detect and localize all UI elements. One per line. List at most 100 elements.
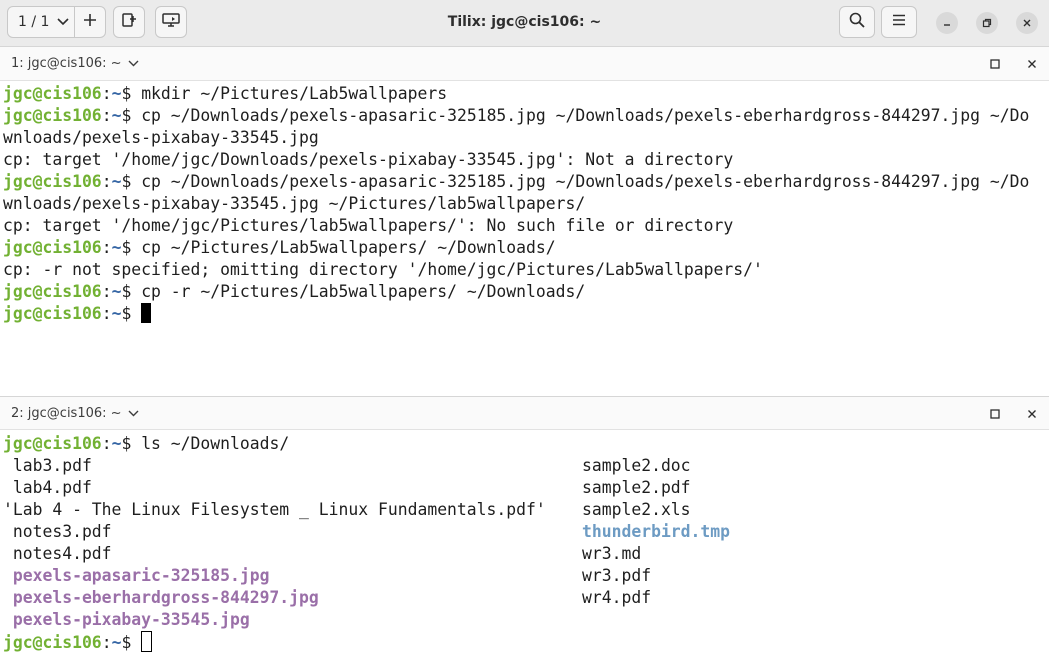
prompt-line: jgc@cis106:~$ cp ~/Pictures/Lab5wallpape… [3,237,1049,259]
file-entry: wr4.pdf [582,588,652,607]
prompt-colon: : [101,84,112,103]
prompt-line: jgc@cis106:~$ ls ~/Downloads/ [3,433,1049,455]
prompt-path: ~ [111,304,122,323]
new-session-button[interactable] [113,6,145,38]
command-text: cp ~/Downloads/pexels-apasaric-325185.jp… [141,106,1030,125]
file-entry: 'Lab 4 - The Linux Filesystem _ Linux Fu… [3,500,546,519]
close-terminal-1-button[interactable] [1027,58,1037,73]
prompt-path: ~ [111,282,122,301]
file-entry: lab4.pdf [3,478,92,497]
output-line: cp: target '/home/jgc/Pictures/lab5wallp… [3,216,734,235]
chevron-down-icon [128,56,139,71]
plus-icon [83,13,97,31]
prompt-symbol: $ [121,304,142,323]
terminal-cursor [141,303,152,323]
file-entry: wr3.pdf [582,566,652,585]
sync-input-button[interactable] [155,6,187,38]
prompt-user: jgc@cis106 [3,84,102,103]
close-icon [1022,18,1032,28]
command-text: ls ~/Downloads/ [141,434,290,453]
prompt-path: ~ [111,172,122,191]
maximize-icon [990,59,1000,69]
new-session-icon [121,12,137,32]
hamburger-icon [892,14,906,30]
restore-icon [982,18,992,28]
listing-row: pexels-apasaric-325185.jpg wr3.pdf [3,565,1049,587]
listing-row: lab4.pdf sample2.pdf [3,477,1049,499]
close-window-button[interactable] [1016,12,1038,34]
prompt-symbol: $ [121,282,142,301]
find-button[interactable] [839,6,875,38]
prompt-symbol: $ [121,172,142,191]
prompt-path: ~ [111,633,122,652]
terminal-2-title-menu[interactable]: 2: jgc@cis106: ~ [11,406,139,421]
terminal-1-output[interactable]: jgc@cis106:~$ mkdir ~/Pictures/Lab5wallp… [0,83,1049,393]
prompt-user: jgc@cis106 [3,106,102,125]
prompt-path: ~ [111,84,122,103]
prompt-symbol: $ [121,84,142,103]
prompt-colon: : [101,172,112,191]
session-selector-label: 1 / 1 [18,14,50,30]
maximize-terminal-2-button[interactable] [990,408,1000,423]
file-entry: pexels-pixabay-33545.jpg [3,610,250,629]
listing-row: 'Lab 4 - The Linux Filesystem _ Linux Fu… [3,499,1049,521]
file-entry: sample2.doc [582,456,691,475]
prompt-path: ~ [111,106,122,125]
terminal-1-title-menu[interactable]: 1: jgc@cis106: ~ [11,56,139,71]
header-bar: 1 / 1 Tilix: jgc@cis106: ~ [0,0,1049,47]
file-entry: sample2.pdf [582,478,691,497]
file-entry: notes3.pdf [3,522,112,541]
prompt-line: jgc@cis106:~$ cp -r ~/Pictures/Lab5wallp… [3,281,1049,303]
prompt-colon: : [101,282,112,301]
terminal-1-titlebar: 1: jgc@cis106: ~ [0,47,1049,81]
add-terminal-button[interactable] [74,6,106,38]
file-entry: notes4.pdf [3,544,112,563]
file-entry: wr3.md [582,544,642,563]
close-icon [1028,410,1036,418]
command-text: cp ~/Pictures/Lab5wallpapers/ ~/Download… [141,238,556,257]
file-entry: pexels-eberhardgross-844297.jpg [3,588,319,607]
prompt-path: ~ [111,434,122,453]
restore-button[interactable] [976,12,998,34]
prompt-line: jgc@cis106:~$ mkdir ~/Pictures/Lab5wallp… [3,83,1049,105]
maximize-terminal-1-button[interactable] [990,58,1000,73]
search-icon [849,12,865,32]
output-line: cp: -r not specified; omitting directory… [3,260,763,279]
listing-row: pexels-eberhardgross-844297.jpg wr4.pdf [3,587,1049,609]
file-entry: pexels-apasaric-325185.jpg [3,566,270,585]
output-line: wnloads/pexels-pixabay-33545.jpg ~/Pictu… [3,194,586,213]
prompt-user: jgc@cis106 [3,172,102,191]
prompt-symbol: $ [121,633,142,652]
prompt-user: jgc@cis106 [3,434,102,453]
prompt-colon: : [101,633,112,652]
prompt-symbol: $ [121,106,142,125]
prompt-colon: : [101,238,112,257]
file-entry: lab3.pdf [3,456,92,475]
prompt-colon: : [101,304,112,323]
prompt-line: jgc@cis106:~$ cp ~/Downloads/pexels-apas… [3,171,1049,193]
command-text: cp ~/Downloads/pexels-apasaric-325185.jp… [141,172,1030,191]
chevron-down-icon [57,14,70,30]
close-terminal-2-button[interactable] [1027,408,1037,423]
prompt-line: jgc@cis106:~$ [3,303,1049,325]
command-text: mkdir ~/Pictures/Lab5wallpapers [141,84,448,103]
prompt-colon: : [101,106,112,125]
terminal-2-output[interactable]: jgc@cis106:~$ ls ~/Downloads/ lab3.pdf sa… [0,433,1049,656]
output-line: wnloads/pexels-pixabay-33545.jpg [3,128,319,147]
prompt-symbol: $ [121,434,142,453]
minimize-button[interactable] [936,12,958,34]
listing-row: pexels-pixabay-33545.jpg [3,609,1049,631]
terminal-2-titlebar: 2: jgc@cis106: ~ [0,396,1049,430]
output-line: cp: target '/home/jgc/Downloads/pexels-p… [3,150,734,169]
prompt-path: ~ [111,238,122,257]
listing-row: lab3.pdf sample2.doc [3,455,1049,477]
terminal-cursor [141,631,153,652]
minimize-icon [942,18,952,28]
file-entry: sample2.xls [582,500,691,519]
sync-input-icon [162,12,180,32]
listing-row: notes3.pdf thunderbird.tmp [3,521,1049,543]
hamburger-menu-button[interactable] [881,6,917,38]
chevron-down-icon [128,406,139,421]
session-selector[interactable]: 1 / 1 [7,6,75,38]
prompt-user: jgc@cis106 [3,282,102,301]
